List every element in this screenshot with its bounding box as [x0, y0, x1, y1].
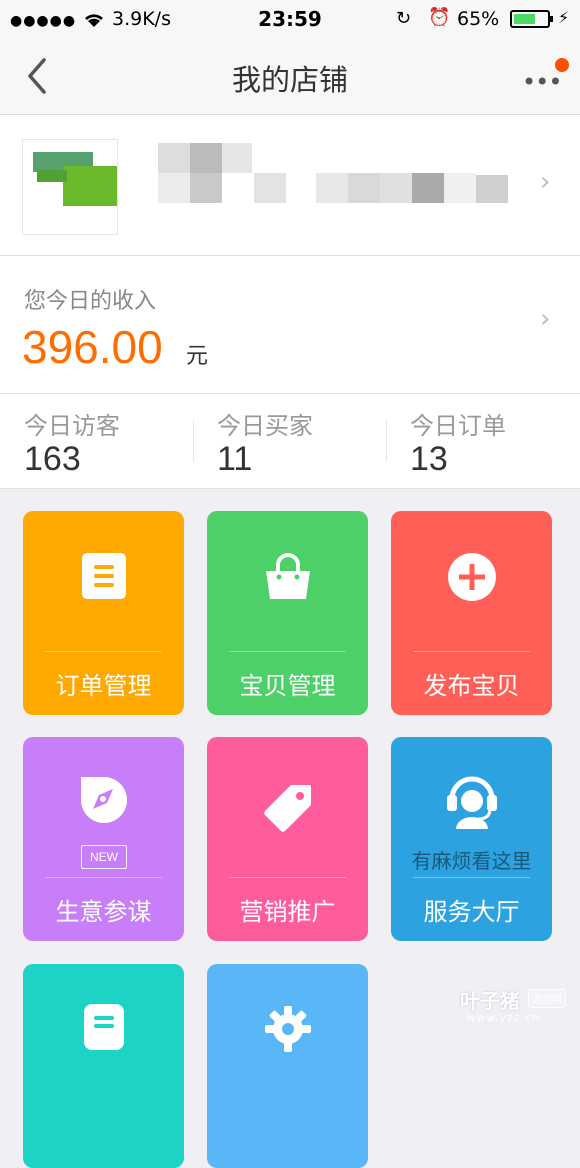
tile-label: 服务大厅 [423, 898, 520, 926]
tile-label: 营销推广 [239, 898, 336, 926]
watermark-name: 叶子猪 [460, 989, 520, 1013]
battery-percent: 65% [457, 8, 500, 30]
daily-stats: 今日访客 163 今日买家 11 今日订单 13 [0, 394, 580, 489]
tile-order-management[interactable]: 订单管理 [23, 511, 184, 715]
status-bar: ●●●●● 3.9K/s 23:59 ↻ ⏰ 65% ⚡ [0, 0, 580, 40]
tile-label: 宝贝管理 [239, 672, 336, 700]
navigation-bar: 我的店铺 ••• [0, 40, 580, 115]
tile-publish-item[interactable]: 发布宝贝 [391, 511, 552, 715]
stat-visitors[interactable]: 今日访客 163 [0, 394, 193, 488]
compass-icon [23, 775, 184, 835]
tile-marketing[interactable]: 营销推广 [207, 737, 368, 941]
stat-value: 13 [410, 440, 448, 478]
charging-icon: ⚡ [558, 8, 570, 27]
notification-dot [555, 58, 569, 72]
tile-label: 订单管理 [55, 672, 152, 700]
chevron-right-icon: › [540, 304, 551, 334]
tile-subtitle: 有麻烦看这里 [411, 849, 532, 873]
tile-service-hall[interactable]: 有麻烦看这里 服务大厅 [391, 737, 552, 941]
rotation-lock-icon: ↻ [396, 8, 412, 29]
price-tag-icon [207, 781, 368, 841]
new-badge: NEW [81, 845, 127, 869]
tile-document[interactable] [23, 964, 184, 1168]
stat-label: 今日买家 [217, 412, 313, 440]
income-amount: 396.00 [22, 321, 163, 373]
battery-fill [514, 14, 535, 24]
document-icon [23, 1002, 184, 1062]
customer-service-icon [391, 771, 552, 831]
shop-logo [22, 139, 118, 235]
stat-orders[interactable]: 今日订单 13 [386, 394, 579, 488]
income-unit: 元 [186, 344, 209, 369]
battery-icon [510, 10, 553, 28]
chevron-right-icon: › [540, 167, 551, 197]
watermark-tag: 游戏网 [528, 989, 566, 1008]
page-title: 我的店铺 [231, 63, 348, 97]
stat-label: 今日订单 [410, 412, 506, 440]
income-label: 您今日的收入 [24, 289, 157, 314]
tile-item-management[interactable]: 宝贝管理 [207, 511, 368, 715]
alarm-icon: ⏰ [428, 7, 451, 28]
watermark-url: www.yzz.cn [466, 1011, 541, 1024]
tile-business-advisor[interactable]: NEW 生意参谋 [23, 737, 184, 941]
more-button[interactable]: ••• [520, 58, 570, 96]
shop-info-row[interactable]: › [0, 115, 580, 256]
site-watermark: 叶子猪 游戏网 www.yzz.cn [460, 985, 580, 1030]
stat-value: 163 [24, 440, 81, 478]
gear-icon [207, 1004, 368, 1064]
plus-circle-icon [391, 551, 552, 611]
stat-label: 今日访客 [24, 412, 120, 440]
tile-label: 生意参谋 [55, 898, 152, 926]
tile-settings[interactable] [207, 964, 368, 1168]
income-section[interactable]: 您今日的收入 396.00 元 › [0, 256, 580, 394]
tile-label: 发布宝贝 [423, 672, 520, 700]
more-dots-icon: ••• [522, 68, 562, 96]
stat-value: 11 [217, 440, 253, 478]
order-list-icon [23, 551, 184, 611]
blurred-shop-name [158, 143, 190, 173]
shopping-bag-icon [207, 551, 368, 611]
stat-buyers[interactable]: 今日买家 11 [193, 394, 386, 488]
